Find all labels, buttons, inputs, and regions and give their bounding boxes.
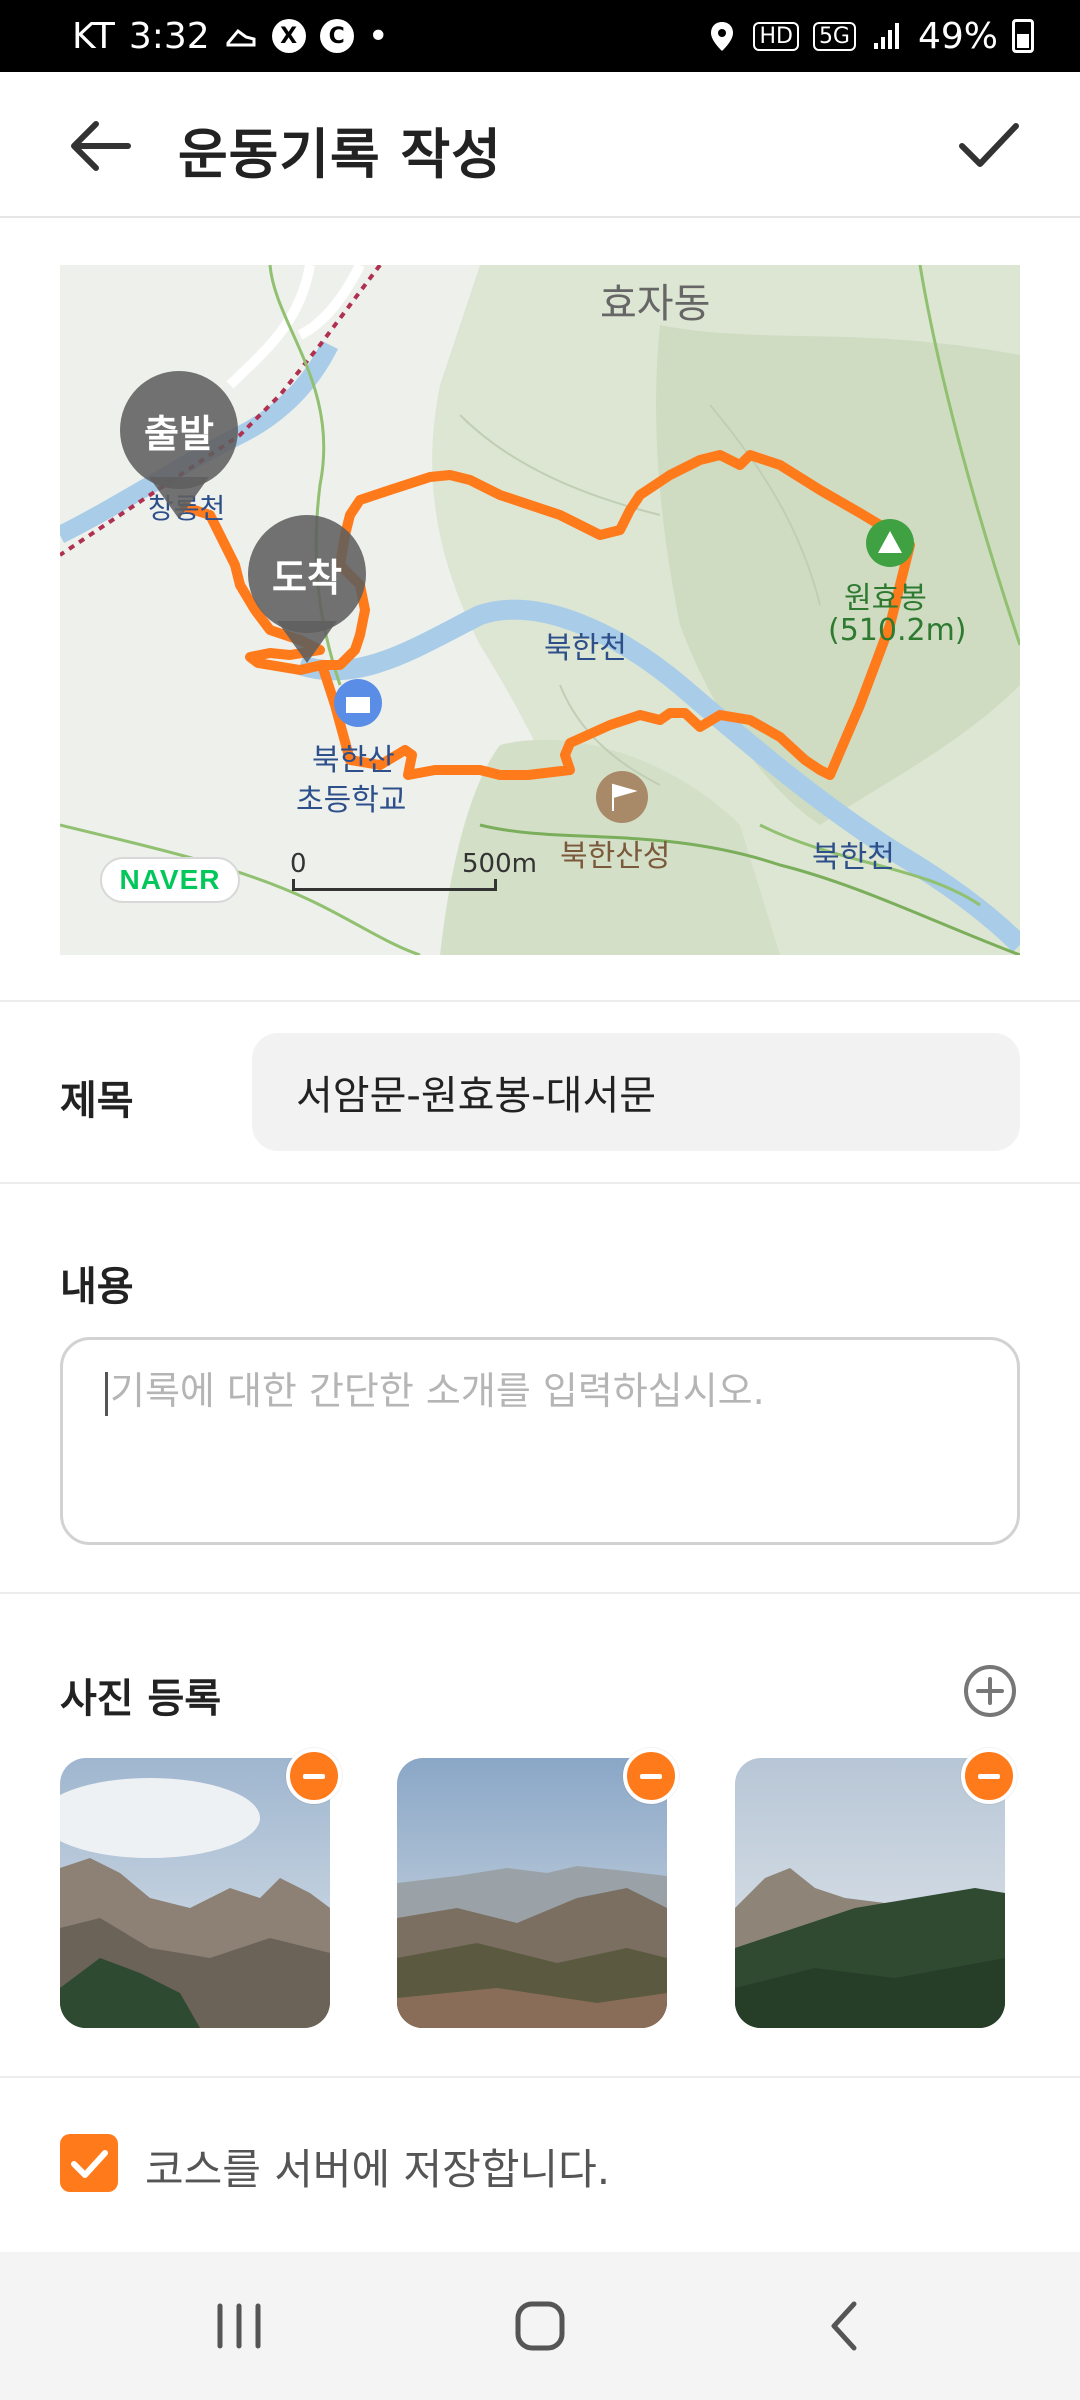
remove-photo-2-button[interactable] [623,1748,679,1804]
back-arrow-icon[interactable] [68,118,132,174]
content-placeholder: 기록에 대한 간단한 소개를 입력하십시오. [110,1369,765,1413]
content-textarea[interactable]: 기록에 대한 간단한 소개를 입력하십시오. [60,1337,1020,1545]
c-app-icon: C [319,19,354,53]
carrier-label: KT [72,15,115,57]
end-pin[interactable]: 도착 [248,515,366,633]
save-course-label[interactable]: 코스를 서버에 저장합니다. [145,2136,610,2197]
scale-bar [292,879,497,891]
map-label-peak: 원효봉 [844,581,927,616]
start-pin[interactable]: 출발 [120,371,238,489]
remove-photo-3-button[interactable] [961,1748,1017,1804]
back-nav-icon[interactable] [810,2294,880,2358]
signal-icon [873,23,899,49]
page-title: 운동기록 작성 [178,123,502,186]
title-input[interactable]: 서암문-원효봉-대서문 [252,1033,1020,1151]
notification-dot: • [367,15,389,57]
x-app-icon: X [271,19,306,53]
map-label-river: 북한천 [544,631,627,666]
photo-image [397,1758,667,2028]
checkmark-icon [71,2150,108,2178]
photo-thumbnail-1[interactable] [60,1758,330,2028]
fortress-icon [596,771,648,823]
text-cursor [105,1371,108,1416]
battery-icon [1012,19,1034,53]
clock: 3:32 [128,15,210,57]
photos-label: 사진 등록 [60,1676,222,1722]
map-label-school-line1: 북한산 [312,743,395,778]
add-photo-icon[interactable] [962,1663,1018,1719]
photo-image [60,1758,330,2028]
hd-badge: HD [753,21,799,51]
app-header: 운동기록 작성 [0,72,1080,218]
divider [0,1182,1080,1184]
route-map[interactable]: 효자동 북한천 북한천 원효봉 (510.2m) 북한산 초등학교 북한산성 창… [60,265,1020,955]
location-icon [711,22,734,51]
running-shoe-icon [226,28,256,47]
scale-zero-label: 0 [290,849,307,879]
checkmark-icon[interactable] [956,112,1022,178]
map-label-school-line2: 초등학교 [296,783,407,818]
map-label-district: 효자동 [600,281,711,327]
battery-percent: 49% [917,15,998,57]
title-label: 제목 [60,1078,134,1124]
map-scale: 0 500m [290,849,537,891]
photo-image [735,1758,1005,2028]
remove-photo-1-button[interactable] [286,1748,342,1804]
status-bar: KT 3:32 X C • HD 5G 49% [0,0,1080,72]
home-icon[interactable] [505,2294,575,2358]
recent-apps-icon[interactable] [204,2294,274,2358]
scale-distance-label: 500m [462,849,537,879]
save-course-checkbox[interactable] [60,2134,118,2192]
divider [0,1000,1080,1002]
divider [0,2076,1080,2078]
content-label: 내용 [60,1264,134,1310]
naver-logo: NAVER [100,857,240,903]
map-label-river-right: 북한천 [812,840,895,875]
system-nav-bar [0,2252,1080,2400]
map-label-peak-height: (510.2m) [828,613,967,648]
photo-thumbnail-3[interactable] [735,1758,1005,2028]
network-type-badge: 5G [812,21,856,51]
divider [0,1592,1080,1594]
map-label-fortress: 북한산성 [560,839,671,874]
photo-thumbnail-2[interactable] [397,1758,667,2028]
